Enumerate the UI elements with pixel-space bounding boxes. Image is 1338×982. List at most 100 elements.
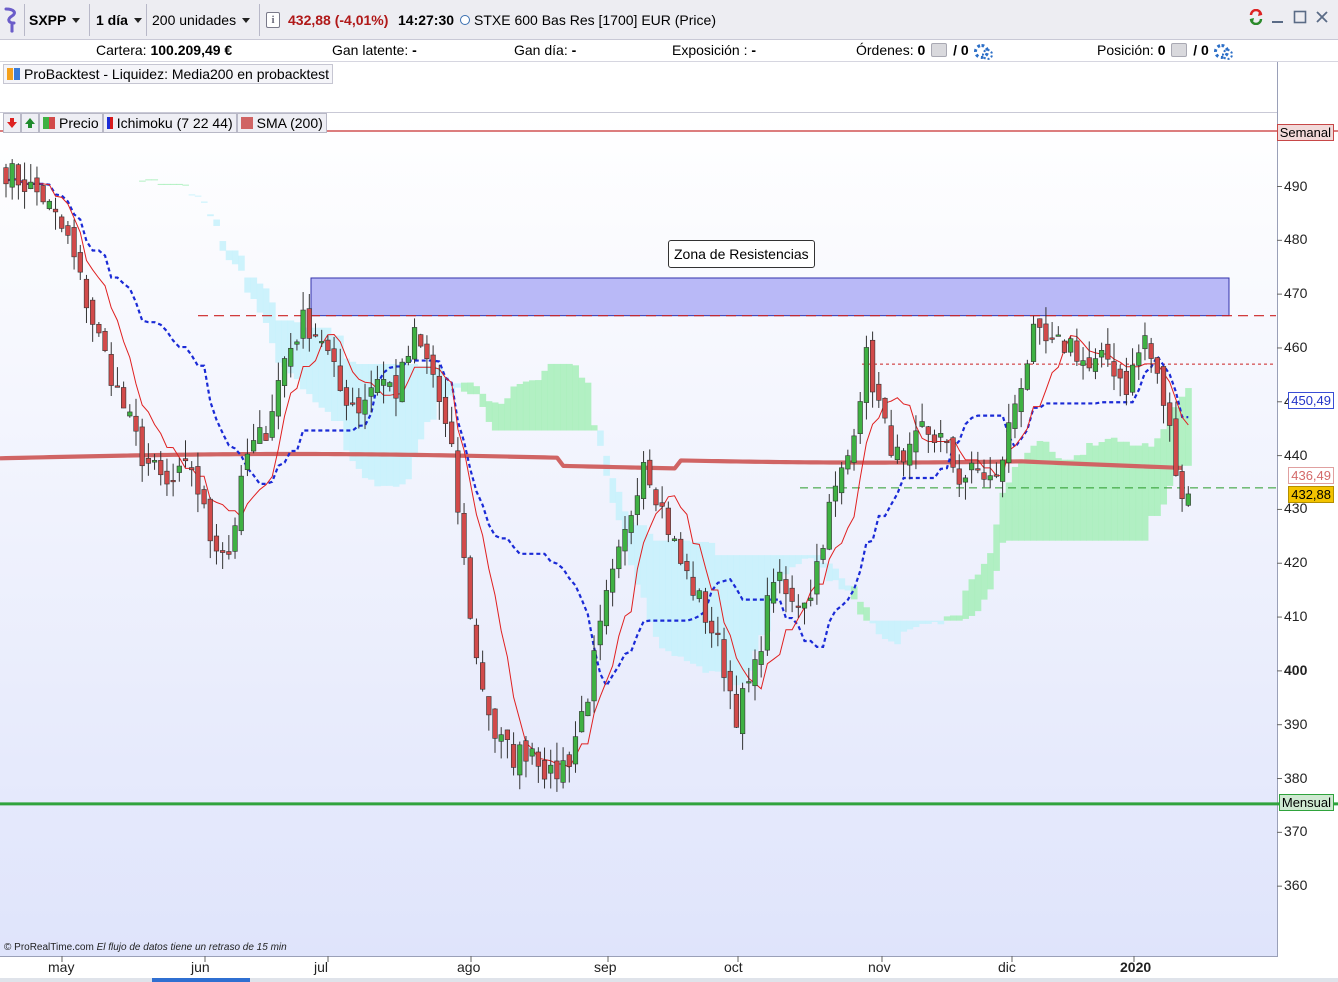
cloud-segment — [176, 183, 183, 185]
cloud-segment — [665, 540, 672, 652]
bull-candle-body — [826, 501, 832, 550]
cloud-segment — [1055, 458, 1062, 541]
bear-candle-body — [1179, 471, 1185, 499]
cloud-segment — [646, 533, 654, 622]
bull-candle-body — [548, 764, 554, 774]
cloud-segment — [1024, 452, 1031, 541]
time-tick-label: oct — [724, 959, 743, 975]
bear-candle-body — [71, 227, 77, 258]
bull-candle-body — [1185, 493, 1191, 506]
resistance-zone — [310, 277, 1230, 317]
bull-candle-body — [257, 427, 263, 444]
bear-candle-body — [1049, 337, 1055, 340]
cloud-segment — [863, 607, 870, 621]
bear-candle-body — [59, 216, 65, 229]
bear-candle-body — [1123, 370, 1129, 395]
bull-candle-body — [362, 399, 368, 415]
cloud-segment — [182, 184, 190, 186]
cloud-segment — [1049, 451, 1056, 541]
bear-candle-body — [436, 375, 442, 402]
bull-candle-body — [832, 485, 839, 502]
bear-candle-body — [467, 557, 473, 619]
bear-candle-body — [263, 433, 269, 441]
sma-color-icon — [240, 117, 253, 129]
bear-candle-body — [678, 538, 684, 564]
bear-candle-body — [455, 450, 461, 513]
monthly-level-tag[interactable]: Mensual — [1278, 794, 1334, 811]
time-tick-label: ago — [457, 959, 481, 975]
indicator-sma[interactable]: SMA (200) — [236, 113, 327, 133]
cloud-segment — [244, 277, 251, 293]
bear-candle-body — [77, 252, 83, 273]
bear-candle-body — [306, 308, 312, 339]
cloud-segment — [671, 540, 679, 656]
bear-candle-body — [944, 440, 950, 444]
bull-candle-body — [777, 571, 783, 581]
bear-candle-body — [554, 760, 560, 780]
bull-candle-body — [529, 748, 535, 757]
cloud-segment — [349, 361, 357, 462]
cloud-segment — [238, 255, 245, 271]
collapse-down-button[interactable] — [3, 113, 21, 133]
cloud-segment — [578, 377, 586, 431]
bull-candle-body — [579, 711, 585, 733]
copyright-text: © ProRealTime.com — [4, 942, 94, 953]
bear-candle-body — [312, 334, 319, 337]
bull-candle-body — [808, 597, 814, 601]
bear-candle-body — [34, 177, 40, 193]
bear-candle-body — [207, 498, 213, 542]
bull-candle-body — [46, 200, 52, 209]
bull-candle-body — [572, 736, 579, 765]
price-tick-label: 410 — [1284, 608, 1308, 625]
cloud-segment — [1104, 438, 1112, 541]
backtest-panel-background — [0, 86, 1278, 112]
bear-candle-body — [1154, 357, 1160, 374]
bear-candle-body — [876, 383, 882, 401]
cloud-segment — [411, 364, 419, 458]
bear-candle-body — [102, 330, 108, 352]
bull-candle-body — [962, 477, 969, 483]
cloud-segment — [1086, 442, 1093, 541]
cloud-segment — [498, 403, 505, 431]
weekly-level-tag[interactable]: Semanal — [1276, 124, 1334, 141]
price-chart[interactable] — [0, 0, 1338, 982]
bull-candle-body — [597, 620, 603, 646]
cloud-segment — [597, 430, 604, 446]
bear-candle-body — [647, 459, 653, 486]
cloud-segment — [479, 393, 487, 407]
candle — [102, 328, 108, 353]
bear-candle-body — [665, 507, 671, 535]
price-tick-label: 360 — [1284, 877, 1308, 894]
candle — [826, 494, 832, 551]
scrollbar-thumb[interactable] — [152, 978, 250, 982]
bear-candle-body — [1117, 368, 1123, 379]
indicator-ichimoku[interactable]: Ichimoku (7 22 44) — [102, 113, 237, 133]
cloud-segment — [1005, 482, 1013, 541]
cloud-segment — [485, 401, 493, 422]
bear-candle-body — [133, 415, 139, 432]
cloud-segment — [634, 525, 641, 585]
cloud-segment — [609, 478, 617, 503]
bear-candle-body — [727, 670, 733, 692]
price-tick-label: 400 — [1284, 661, 1308, 678]
bull-candle-body — [1024, 363, 1030, 390]
bear-candle-body — [925, 426, 931, 435]
bull-candle-body — [374, 379, 381, 393]
cloud-segment — [659, 540, 666, 649]
cloud-segment — [919, 620, 926, 624]
cloud-segment — [652, 540, 660, 637]
sma-value-tag: 436,49 — [1288, 467, 1334, 484]
bull-candle-body — [801, 602, 808, 609]
price-tick-label: 490 — [1284, 177, 1308, 194]
expand-up-button[interactable] — [21, 113, 39, 133]
bear-candle-body — [888, 425, 894, 456]
bull-candle-body — [411, 327, 418, 360]
price-tick-label: 480 — [1284, 231, 1308, 248]
bear-candle-body — [473, 624, 480, 659]
indicator-precio[interactable]: Precio — [39, 113, 103, 133]
bull-candle-body — [616, 546, 622, 570]
resistance-annotation[interactable]: Zona de Resistencias — [668, 240, 815, 268]
cloud-segment — [1154, 438, 1161, 516]
cloud-segment — [1018, 459, 1025, 541]
bull-candle-body — [275, 380, 281, 417]
